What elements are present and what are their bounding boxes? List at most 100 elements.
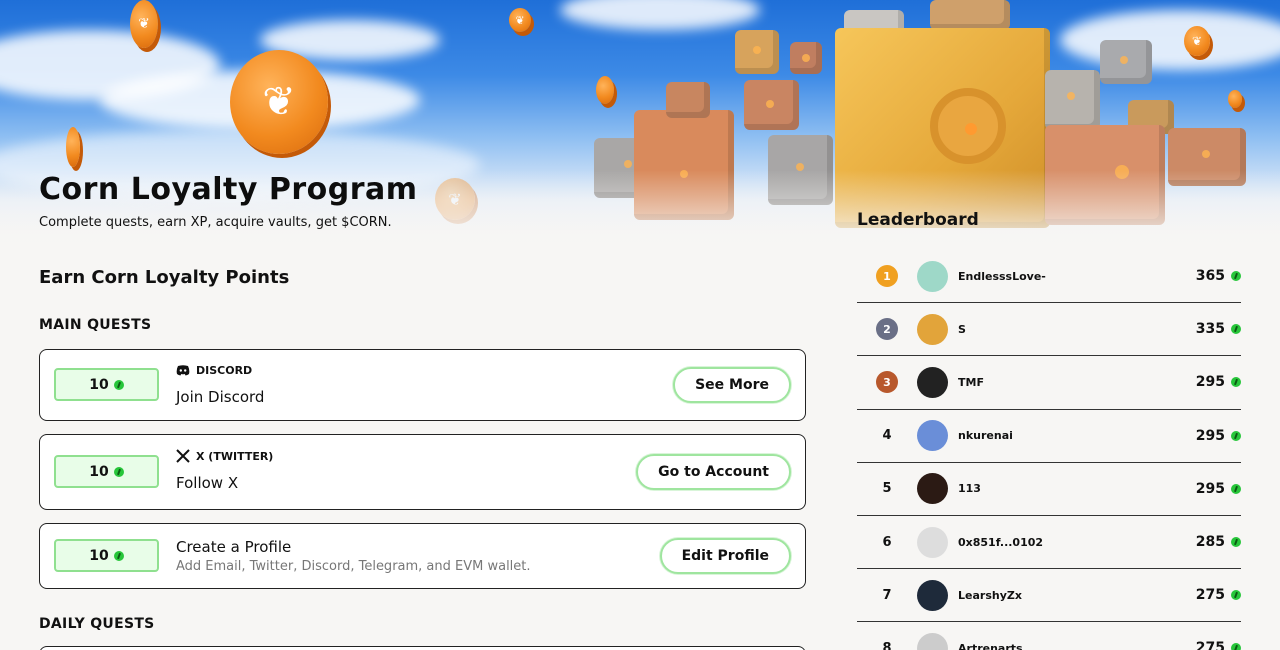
vault-image xyxy=(666,82,710,118)
avatar xyxy=(917,420,948,452)
leaderboard-row[interactable]: 3 TMF 295 xyxy=(857,356,1241,410)
corn-point-icon xyxy=(1231,643,1241,650)
cloud xyxy=(560,0,760,30)
corn-point-icon xyxy=(1231,324,1241,335)
avatar xyxy=(917,260,948,292)
corn-point-icon xyxy=(1231,271,1241,282)
cloud xyxy=(1060,10,1280,70)
avatar xyxy=(917,526,948,558)
quest-description: Add Email, Twitter, Discord, Telegram, a… xyxy=(176,559,531,574)
corn-coin-icon xyxy=(1228,90,1242,108)
vault-image xyxy=(930,0,1010,30)
leaderboard-score: 295 xyxy=(1195,480,1225,497)
xp-badge: 10 xyxy=(54,455,159,488)
leaderboard-username: 113 xyxy=(958,482,981,496)
corn-point-icon xyxy=(1231,590,1241,601)
vault-image xyxy=(790,42,822,74)
quest-tag-label: DISCORD xyxy=(196,364,253,377)
corn-point-icon xyxy=(113,379,124,390)
corn-coin-icon: ❦ xyxy=(1184,26,1210,56)
hero-banner: ❦ ❦ ❦ ❦ ❦ xyxy=(0,0,1280,250)
rank: 2 xyxy=(857,318,917,341)
rank-medal-icon: 3 xyxy=(876,371,898,394)
vault-image xyxy=(735,30,779,74)
leaderboard-username: Artrenarts xyxy=(958,641,1023,650)
leaderboard-row[interactable]: 1 EndlesssLove- 365 xyxy=(857,250,1241,304)
quest-card-profile: 10 Create a Profile Add Email, Twitter, … xyxy=(39,523,806,589)
leaderboard-row[interactable]: 5 113 295 xyxy=(857,463,1241,516)
corn-point-icon xyxy=(1231,537,1241,548)
page-title: Corn Loyalty Program xyxy=(39,172,418,207)
leaderboard-username: nkurenai xyxy=(958,429,1013,443)
go-to-account-button[interactable]: Go to Account xyxy=(636,454,791,490)
avatar xyxy=(917,366,948,398)
xp-value: 10 xyxy=(89,376,109,393)
leaderboard-row[interactable]: 6 0x851f...0102 285 xyxy=(857,516,1241,570)
vault-image xyxy=(744,80,799,130)
corn-point-icon xyxy=(1231,377,1241,388)
xp-badge: 10 xyxy=(54,539,159,572)
quest-card-twitter: 10 X (TWITTER) Follow X Go to Account xyxy=(39,434,806,510)
rank: 6 xyxy=(882,534,892,550)
quest-tag: DISCORD xyxy=(176,364,252,377)
vault-image xyxy=(1045,70,1100,130)
avatar xyxy=(917,473,948,505)
leaderboard-row[interactable]: 2 S 335 xyxy=(857,303,1241,357)
leaderboard-score: 295 xyxy=(1195,374,1225,391)
leaderboard-row[interactable]: 4 nkurenai 295 xyxy=(857,410,1241,463)
quest-card-discord: 10 DISCORD Join Discord See More xyxy=(39,349,806,421)
rank: 7 xyxy=(882,587,892,603)
edit-profile-button[interactable]: Edit Profile xyxy=(659,538,791,574)
quest-title: Join Discord xyxy=(176,388,265,406)
corn-coin-icon xyxy=(66,127,80,167)
rank-medal-icon: 2 xyxy=(876,318,898,341)
leaderboard-title: Leaderboard xyxy=(857,210,979,230)
rank: 5 xyxy=(882,481,892,497)
corn-coin-icon: ❦ xyxy=(130,0,158,48)
leaderboard-username: EndlesssLove- xyxy=(958,269,1046,283)
section-title: Earn Corn Loyalty Points xyxy=(39,267,290,288)
corn-point-icon xyxy=(113,550,124,561)
quest-card-daily xyxy=(39,646,806,650)
corn-point-icon xyxy=(1231,430,1241,441)
corn-coin-icon xyxy=(596,76,614,104)
corn-point-icon xyxy=(113,466,124,477)
leaderboard-score: 285 xyxy=(1195,534,1225,551)
leaderboard-row[interactable]: 8 Artrenarts 275 xyxy=(857,622,1241,650)
avatar xyxy=(917,313,948,345)
see-more-button[interactable]: See More xyxy=(673,367,791,403)
rank: 1 xyxy=(857,265,917,288)
leaderboard-list: 1 EndlesssLove- 365 2 S 335 3 TMF 295 4 nkurenai 29… xyxy=(857,250,1241,650)
corn-coin-icon: ❦ xyxy=(509,8,531,32)
leaderboard-score: 365 xyxy=(1195,268,1225,285)
quest-tag: X (TWITTER) xyxy=(176,449,273,463)
quest-title: Create a Profile xyxy=(176,538,292,556)
daily-quests-heading: DAILY QUESTS xyxy=(39,616,155,632)
corn-point-icon xyxy=(1231,483,1241,494)
leaderboard-score: 275 xyxy=(1195,640,1225,650)
leaderboard-username: 0x851f...0102 xyxy=(958,535,1044,549)
xp-value: 10 xyxy=(89,547,109,564)
corn-coin-icon: ❦ xyxy=(230,50,328,154)
rank: 3 xyxy=(857,371,917,394)
main-quests-heading: MAIN QUESTS xyxy=(39,317,152,333)
rank-medal-icon: 1 xyxy=(876,265,898,288)
leaderboard-username: TMF xyxy=(958,375,984,389)
leaderboard-score: 275 xyxy=(1195,587,1225,604)
rank: 4 xyxy=(882,428,892,444)
avatar xyxy=(917,579,948,611)
vault-image xyxy=(1100,40,1152,84)
xp-value: 10 xyxy=(89,463,109,480)
page-subtitle: Complete quests, earn XP, acquire vaults… xyxy=(39,215,392,230)
avatar xyxy=(917,632,948,650)
leaderboard-row[interactable]: 7 LearshyZx 275 xyxy=(857,569,1241,623)
quest-tag-label: X (TWITTER) xyxy=(196,449,274,463)
xp-badge: 10 xyxy=(54,368,159,401)
leaderboard-score: 335 xyxy=(1195,321,1225,338)
rank: 8 xyxy=(882,640,892,650)
leaderboard-username: S xyxy=(958,322,966,336)
discord-icon xyxy=(176,365,190,376)
leaderboard-username: LearshyZx xyxy=(958,588,1022,602)
x-icon xyxy=(176,449,190,463)
leaderboard-score: 295 xyxy=(1195,427,1225,444)
